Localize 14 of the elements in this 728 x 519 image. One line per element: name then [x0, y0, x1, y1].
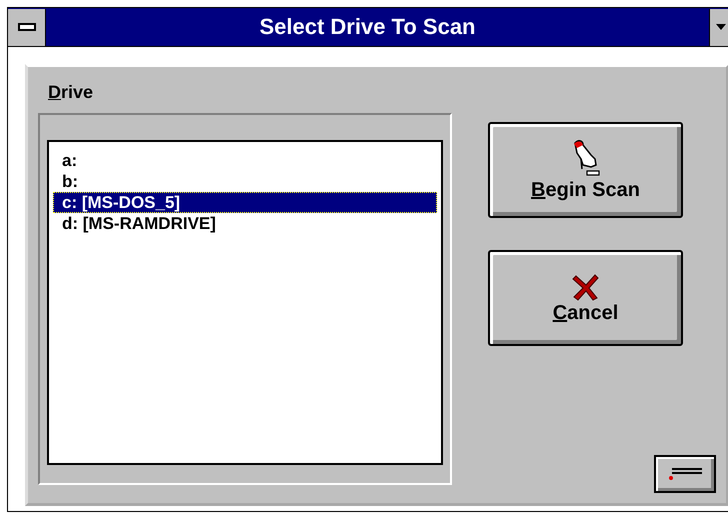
help-button[interactable]: [654, 455, 716, 493]
system-menu-button[interactable]: [8, 8, 46, 46]
x-icon: [570, 272, 600, 302]
dialog-button[interactable]: Cancel: [488, 250, 683, 346]
down-arrow-icon: [714, 22, 728, 32]
lines-icon: [668, 468, 702, 480]
window-title: Select Drive To Scan: [258, 14, 476, 40]
drive-item[interactable]: b:: [53, 171, 437, 192]
drive-item[interactable]: d: [MS-RAMDRIVE]: [53, 213, 437, 234]
dialog-button[interactable]: Begin Scan: [488, 122, 683, 218]
drive-item[interactable]: a:: [53, 150, 437, 171]
drive-label: Drive: [48, 82, 94, 103]
drive-list[interactable]: a: b: c: [MS-DOS_5] d: [MS-RAMDRIVE]: [47, 140, 443, 465]
drive-item[interactable]: c: [MS-DOS_5]: [53, 192, 437, 213]
